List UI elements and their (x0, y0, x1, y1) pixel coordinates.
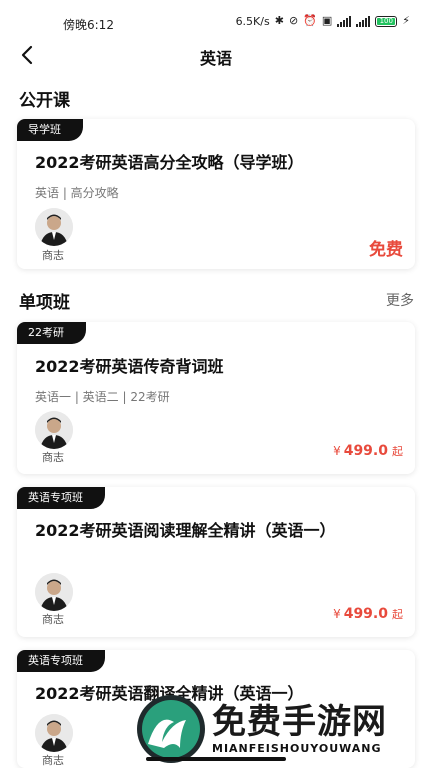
teacher-name: 商志 (42, 249, 64, 262)
section-title-single: 单项班 (19, 293, 70, 313)
course-price: ¥499.0 起 (333, 606, 403, 622)
price-symbol: ¥ (333, 444, 341, 458)
teacher-name: 商志 (42, 451, 64, 464)
price-suffix: 起 (392, 608, 403, 621)
teacher-avatar (35, 411, 73, 449)
course-title: 2022考研英语阅读理解全精讲（英语一） (35, 521, 336, 540)
watermark-subtext: MIANFEISHOUYOUWANG (212, 742, 382, 755)
signal-2-icon (356, 15, 371, 27)
price-suffix: 起 (392, 445, 403, 458)
course-title: 2022考研英语高分全攻略（导学班） (35, 153, 304, 172)
net-speed: 6.5K/s (235, 14, 270, 28)
signal-icon (337, 15, 352, 27)
course-title: 2022考研英语传奇背词班 (35, 357, 224, 376)
teacher-avatar (35, 714, 73, 752)
watermark-logo-icon (137, 695, 205, 763)
price-free: 免费 (369, 240, 403, 260)
charging-icon: ⚡ (402, 14, 410, 27)
teacher-name: 商志 (42, 613, 64, 626)
hd-icon: ▣ (321, 14, 333, 27)
course-tag: 英语专项班 (17, 487, 105, 509)
course-tag: 英语专项班 (17, 650, 105, 672)
status-bar: 傍晚6:12 6.5K/s ✱ ⊘ ⏰ ▣ 100 ⚡ (0, 0, 432, 40)
course-card[interactable]: 英语专项班 2022考研英语阅读理解全精讲（英语一） 商志 ¥499.0 起 (17, 487, 415, 637)
nav-bar: 英语 (0, 40, 432, 70)
course-card[interactable]: 22考研 2022考研英语传奇背词班 英语一 | 英语二 | 22考研 商志 ¥… (17, 322, 415, 474)
teacher-name: 商志 (42, 754, 64, 767)
course-tag: 22考研 (17, 322, 86, 344)
price-amount: 499.0 (343, 443, 388, 459)
price-amount: 499.0 (343, 606, 388, 622)
battery-level: 100 (377, 17, 396, 25)
teacher-avatar (35, 573, 73, 611)
price-symbol: ¥ (333, 607, 341, 621)
teacher-avatar (35, 208, 73, 246)
alarm-icon: ⏰ (303, 14, 317, 27)
battery-icon: 100 (375, 15, 398, 27)
page-title: 英语 (199, 49, 232, 68)
course-price: ¥499.0 起 (333, 443, 403, 459)
course-subtitle: 英语一 | 英语二 | 22考研 (35, 390, 170, 404)
home-indicator (146, 757, 286, 761)
section-title-open: 公开课 (19, 91, 70, 111)
more-link[interactable]: 更多 (386, 290, 414, 310)
status-time: 傍晚6:12 (63, 18, 114, 32)
mute-icon: ⊘ (288, 14, 299, 27)
bluetooth-icon: ✱ (274, 14, 284, 27)
watermark-text: 免费手游网 (212, 702, 387, 742)
course-subtitle: 英语 | 高分攻略 (35, 186, 119, 200)
course-tag: 导学班 (17, 119, 83, 141)
status-icons: 6.5K/s ✱ ⊘ ⏰ ▣ 100 ⚡ (236, 14, 410, 28)
course-card[interactable]: 导学班 2022考研英语高分全攻略（导学班） 英语 | 高分攻略 商志 免费 (17, 119, 415, 269)
